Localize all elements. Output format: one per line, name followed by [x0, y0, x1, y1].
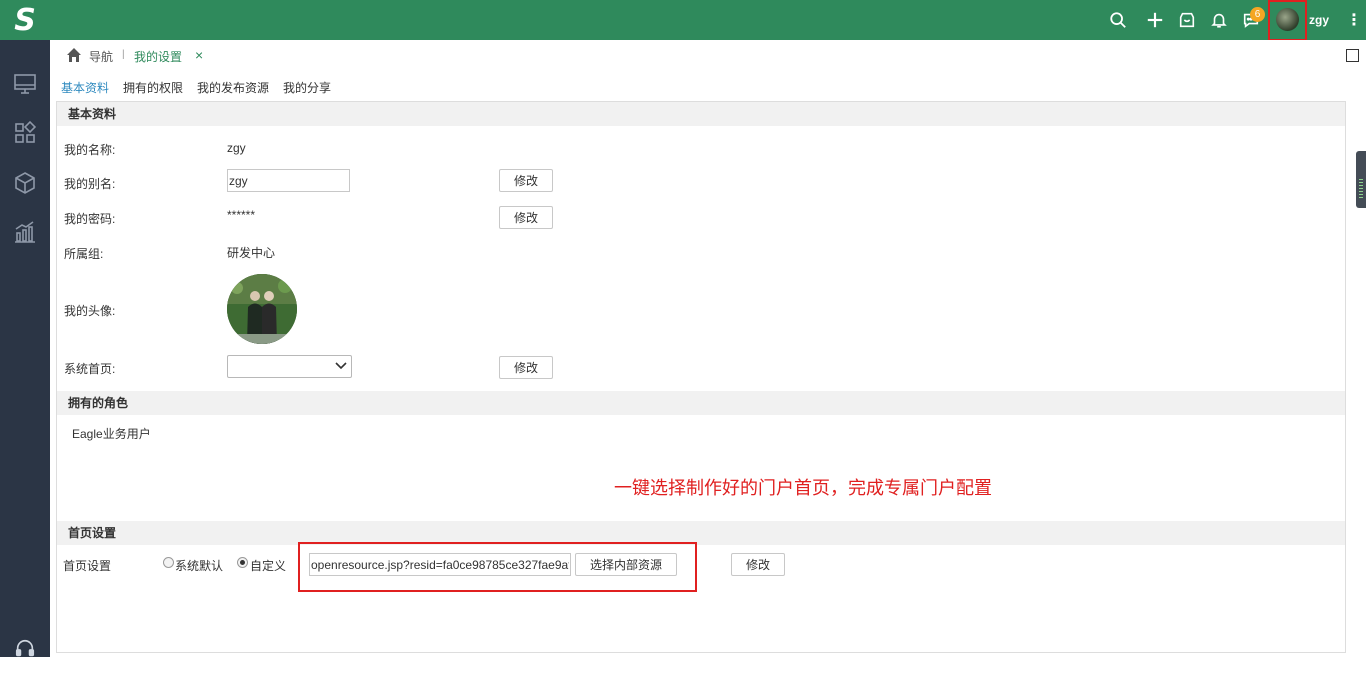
breadcrumb-separator: |: [122, 49, 125, 60]
group-label: 所属组:: [64, 247, 104, 261]
avatar-label: 我的头像:: [64, 304, 116, 318]
homepage-label: 系统首页:: [64, 362, 116, 376]
plus-icon[interactable]: [1145, 10, 1165, 30]
maximize-icon[interactable]: [1346, 49, 1359, 62]
password-value: ******: [227, 208, 256, 222]
store-icon[interactable]: [1177, 10, 1197, 30]
close-icon[interactable]: ×: [195, 47, 203, 63]
password-label: 我的密码:: [64, 212, 116, 226]
modify-homepage-button[interactable]: 修改: [499, 356, 553, 379]
tab-published-resources[interactable]: 我的发布资源: [197, 79, 269, 96]
app-logo[interactable]: S: [0, 0, 50, 40]
group-value: 研发中心: [227, 246, 276, 260]
more-vertical-icon[interactable]: ⋮: [1346, 10, 1362, 30]
chart-icon[interactable]: [13, 220, 37, 244]
apps-icon[interactable]: [13, 120, 37, 145]
name-label: 我的名称:: [64, 143, 116, 157]
bell-icon[interactable]: [1209, 10, 1229, 30]
box-icon[interactable]: [13, 171, 37, 195]
tab-my-settings[interactable]: 我的设置: [134, 48, 182, 65]
modify-alias-button[interactable]: 修改: [499, 169, 553, 192]
home-icon[interactable]: [66, 47, 82, 63]
side-scroll-handle[interactable]: [1356, 151, 1366, 208]
annotation-highlight-box: [298, 542, 697, 592]
tab-my-shares[interactable]: 我的分享: [283, 79, 331, 96]
nav-link[interactable]: 导航: [89, 48, 113, 65]
radio-system-default-label: 系统默认: [175, 559, 224, 573]
section-basic-info-title: 基本资料: [57, 102, 1345, 126]
radio-custom-label: 自定义: [250, 559, 287, 573]
modify-homepage-setting-button[interactable]: 修改: [731, 553, 785, 576]
homepage-setting-label: 首页设置: [63, 559, 112, 573]
sidebar: 答疑: [0, 40, 50, 682]
help-label: 答疑: [12, 668, 37, 682]
breadcrumb: 导航 | 我的设置 ×: [50, 40, 1366, 72]
profile-avatar[interactable]: [227, 274, 297, 344]
alias-label: 我的别名:: [64, 177, 116, 191]
section-homepage-settings-title: 首页设置: [57, 521, 1345, 545]
radio-custom[interactable]: [237, 557, 248, 568]
radio-system-default[interactable]: [163, 557, 174, 568]
homepage-select[interactable]: [227, 355, 352, 378]
tab-permissions[interactable]: 拥有的权限: [123, 79, 183, 96]
username[interactable]: zgy: [1309, 13, 1329, 27]
search-icon[interactable]: [1108, 10, 1128, 30]
role-item: Eagle业务用户: [72, 427, 151, 441]
subtab-bar: 基本资料 拥有的权限 我的发布资源 我的分享: [61, 79, 345, 96]
chevron-down-icon: [335, 362, 347, 370]
alias-input[interactable]: [227, 169, 350, 192]
avatar[interactable]: [1276, 8, 1299, 31]
monitor-icon[interactable]: [13, 72, 37, 96]
annotation-text: 一键选择制作好的门户首页，完成专属门户配置: [614, 478, 992, 499]
tab-basic-info[interactable]: 基本资料: [61, 79, 109, 96]
modify-password-button[interactable]: 修改: [499, 206, 553, 229]
message-count-badge: 6: [1250, 7, 1265, 22]
name-value: zgy: [227, 141, 246, 155]
section-roles-title: 拥有的角色: [57, 391, 1345, 415]
settings-panel: 基本资料 我的名称: zgy 我的别名: 修改 我的密码: ****** 修改 …: [56, 101, 1346, 653]
